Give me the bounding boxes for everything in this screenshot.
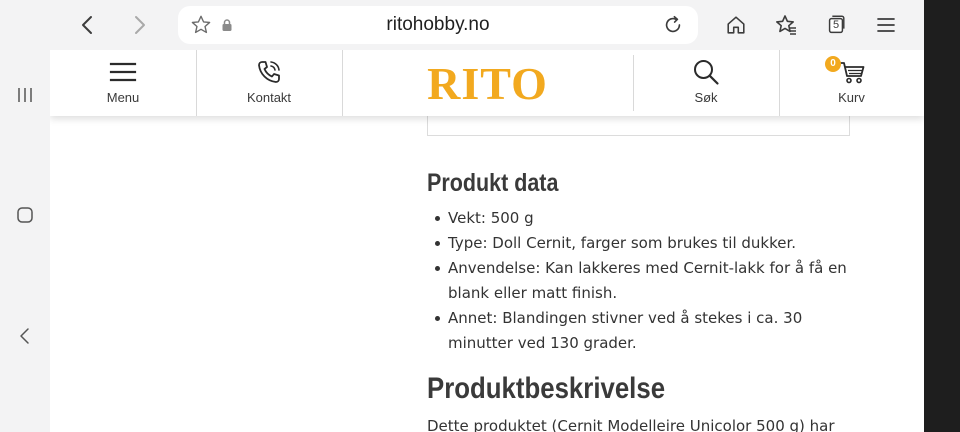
system-back-icon[interactable] (8, 319, 42, 353)
list-item: Anvendelse: Kan lakkeres med Cernit-lakk… (431, 256, 851, 306)
tab-count: 5 (833, 19, 840, 31)
url-text: ritohobby.no (386, 14, 490, 35)
cart-label: Kurv (838, 90, 865, 105)
tabs-icon[interactable]: 5 (819, 8, 853, 42)
phone-icon (258, 61, 280, 83)
search-label: Søk (694, 90, 718, 105)
web-page: Menu Kontakt RITO Søk Kurv 0 Produkt dat… (50, 50, 924, 432)
product-data-heading: Produkt data (427, 169, 559, 197)
contact-label: Kontakt (246, 90, 292, 105)
description-text: Dette produktet (Cernit Modelleire Unico… (427, 417, 835, 432)
list-item: Type: Doll Cernit, farger som brukes til… (431, 231, 851, 256)
list-item: Annet: Blandingen stivner ved å stekes i… (431, 306, 851, 356)
hamburger-icon (109, 62, 137, 82)
screen: ritohobby.no 5 Menu Kontakt RITO Søk Kur… (0, 0, 960, 432)
cart-button[interactable]: Kurv (779, 50, 924, 116)
screen-edge (924, 0, 960, 432)
recents-icon[interactable] (8, 78, 42, 112)
search-button[interactable]: Søk (633, 50, 779, 116)
cart-icon (839, 62, 864, 84)
forward-icon[interactable] (122, 8, 156, 42)
site-logo[interactable]: RITO (342, 50, 633, 116)
list-item: Vekt: 500 g (431, 206, 851, 231)
product-data-list: Vekt: 500 g Type: Doll Cernit, farger so… (431, 206, 851, 356)
description-heading: Produktbeskrivelse (427, 372, 666, 405)
browser-toolbar: ritohobby.no 5 (0, 0, 924, 50)
system-nav-rail (0, 50, 50, 432)
search-icon (694, 60, 719, 85)
logo-text: RITO (427, 57, 548, 109)
menu-button[interactable]: Menu (50, 50, 196, 116)
contact-button[interactable]: Kontakt (196, 50, 342, 116)
home-icon[interactable] (719, 8, 753, 42)
back-icon[interactable] (71, 8, 105, 42)
bookmarks-icon[interactable] (769, 8, 803, 42)
menu-icon[interactable] (869, 8, 903, 42)
menu-label: Menu (106, 90, 140, 105)
address-bar[interactable]: ritohobby.no (178, 6, 698, 44)
cart-count-badge: 0 (825, 56, 841, 72)
home-button-icon[interactable] (8, 198, 42, 232)
reload-icon[interactable] (656, 8, 690, 42)
site-header: Menu Kontakt RITO Søk Kurv 0 (50, 50, 924, 116)
